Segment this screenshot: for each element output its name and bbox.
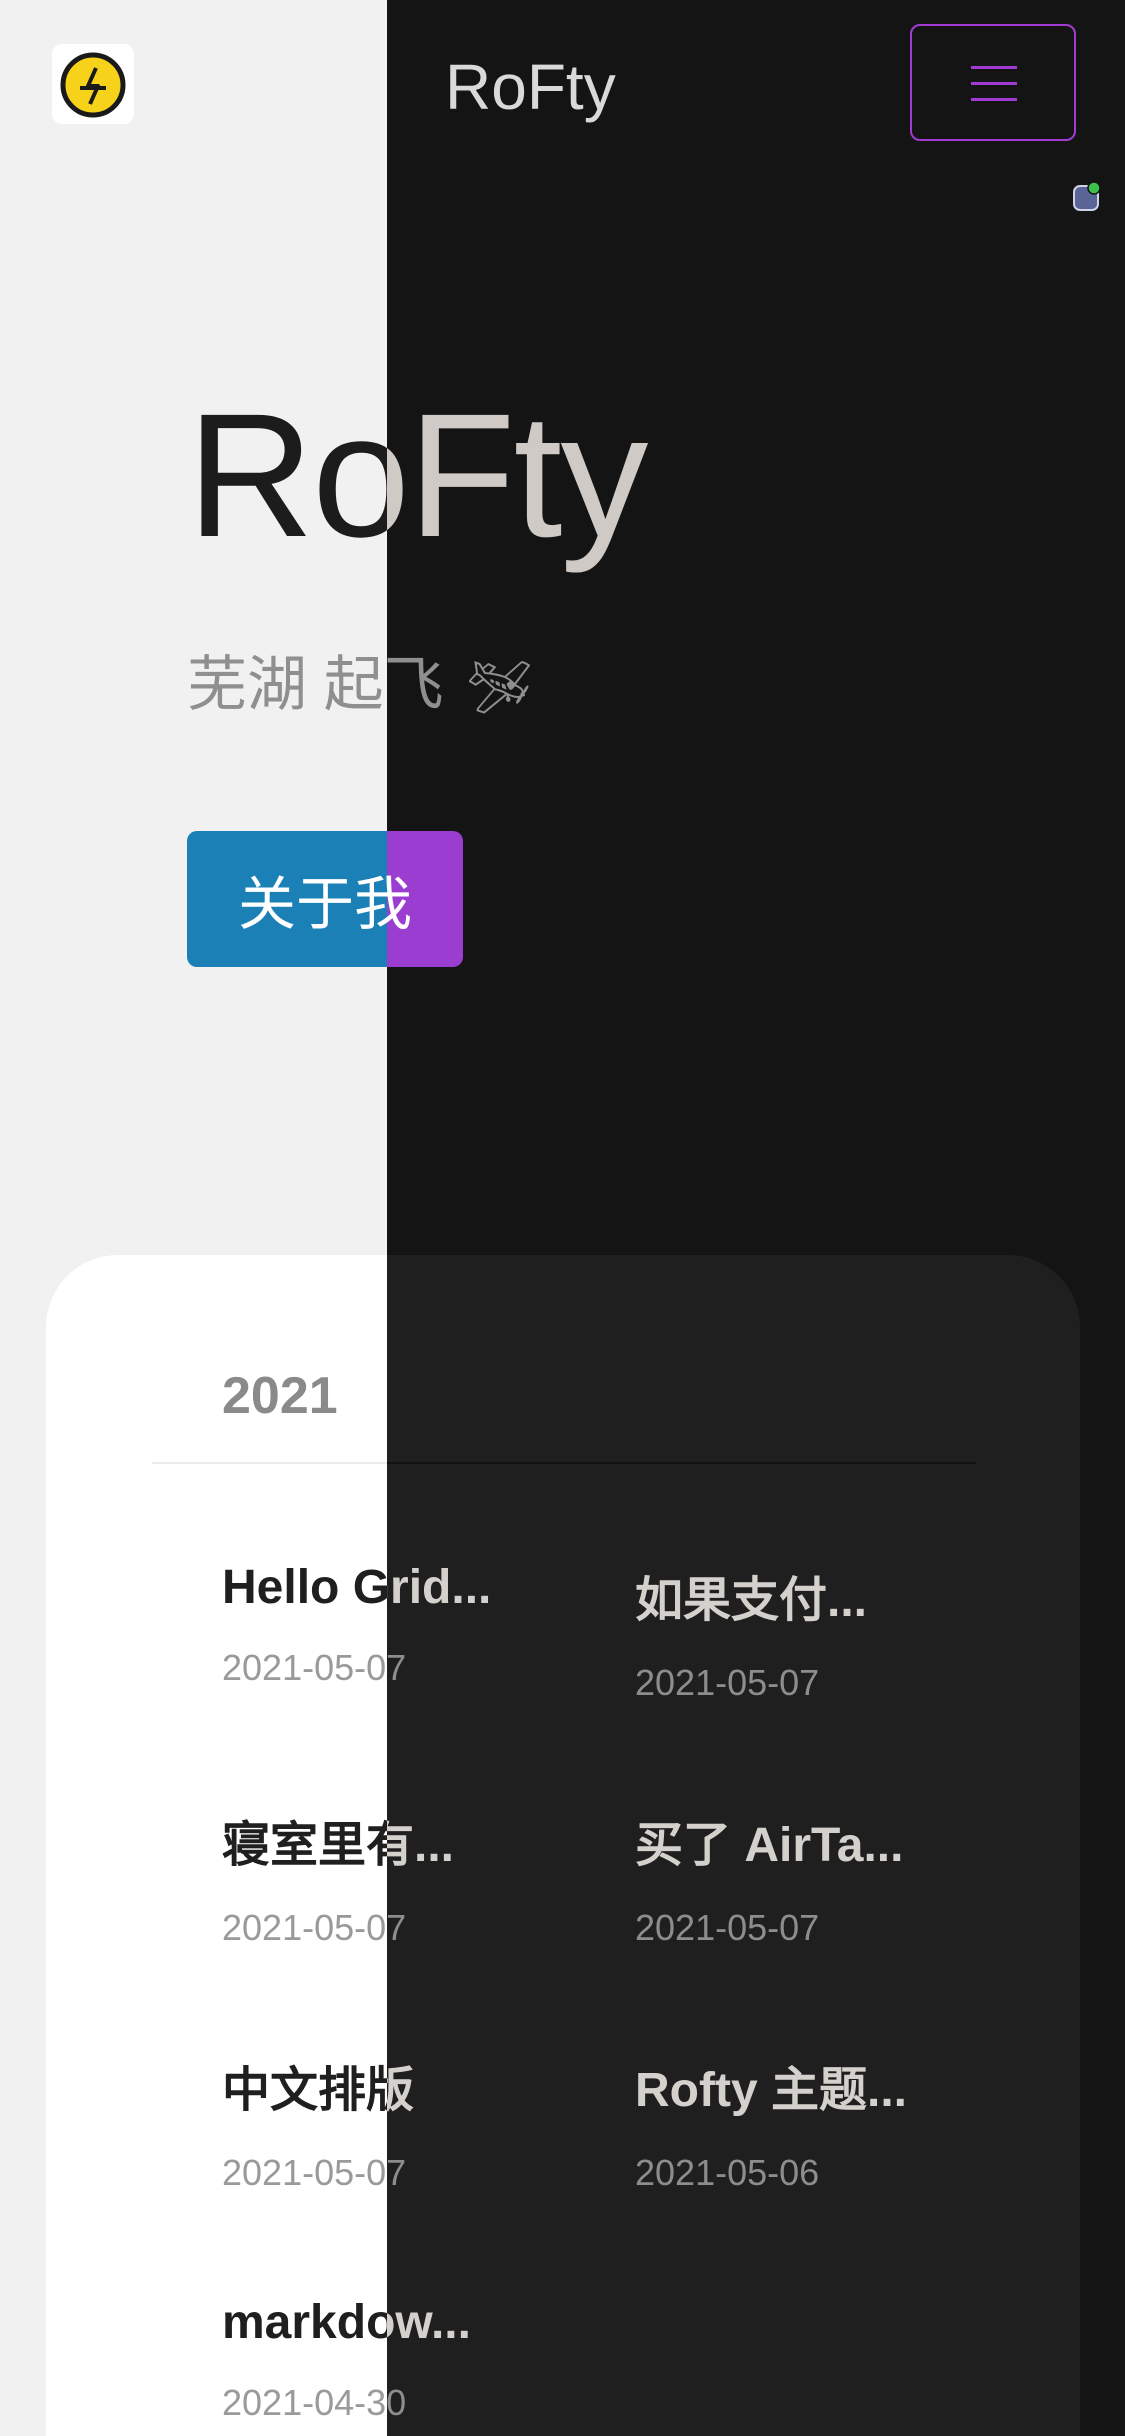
logo[interactable] <box>52 44 134 124</box>
hamburger-icon <box>971 66 1017 101</box>
page: RoFty RoFty 芜湖 起飞 🛩 关于我 2021 Hello Grid.… <box>0 0 1125 2436</box>
post-title[interactable]: 买了 AirTa... <box>635 1805 1015 1875</box>
notification-status-icon[interactable] <box>1073 181 1101 211</box>
post-date: 2021-05-07 <box>635 1907 820 1948</box>
archive-year: 2021 <box>222 1367 338 1425</box>
post-date: 2021-05-07 <box>635 1662 820 1703</box>
post-item[interactable]: 如果支付... 2021-05-07 <box>635 1560 1015 1704</box>
menu-button[interactable] <box>910 24 1076 141</box>
post-item[interactable]: Rofty 主题... 2021-05-06 <box>635 2050 1015 2194</box>
lightning-logo-icon <box>60 52 126 118</box>
post-title[interactable]: Rofty 主题... <box>635 2050 1015 2120</box>
site-title[interactable]: RoFty <box>445 50 616 124</box>
post-item[interactable]: 买了 AirTa... 2021-05-07 <box>635 1805 1015 1949</box>
airplane-icon: 🛩 <box>466 659 533 717</box>
post-title[interactable]: 如果支付... <box>635 1560 1015 1630</box>
post-date: 2021-05-06 <box>635 2152 820 2193</box>
